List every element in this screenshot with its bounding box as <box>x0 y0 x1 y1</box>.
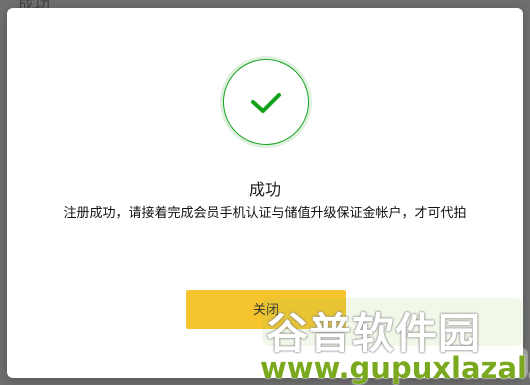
success-icon-circle <box>223 59 309 145</box>
close-button[interactable]: 关闭 <box>186 290 346 329</box>
success-icon-ring <box>220 56 312 148</box>
checkmark-icon <box>251 93 281 113</box>
modal-title: 成功 <box>248 180 281 199</box>
modal-message: 注册成功，请接着完成会员手机认证与储值升级保证金帐户，才可代拍 <box>63 206 467 221</box>
success-modal: 成功 注册成功，请接着完成会员手机认证与储值升级保证金帐户，才可代拍 关闭 <box>7 8 523 378</box>
overlay-backdrop: 成功 成功 注册成功，请接着完成会员手机认证与储值升级保证金帐户，才可代拍 关闭… <box>0 0 530 385</box>
